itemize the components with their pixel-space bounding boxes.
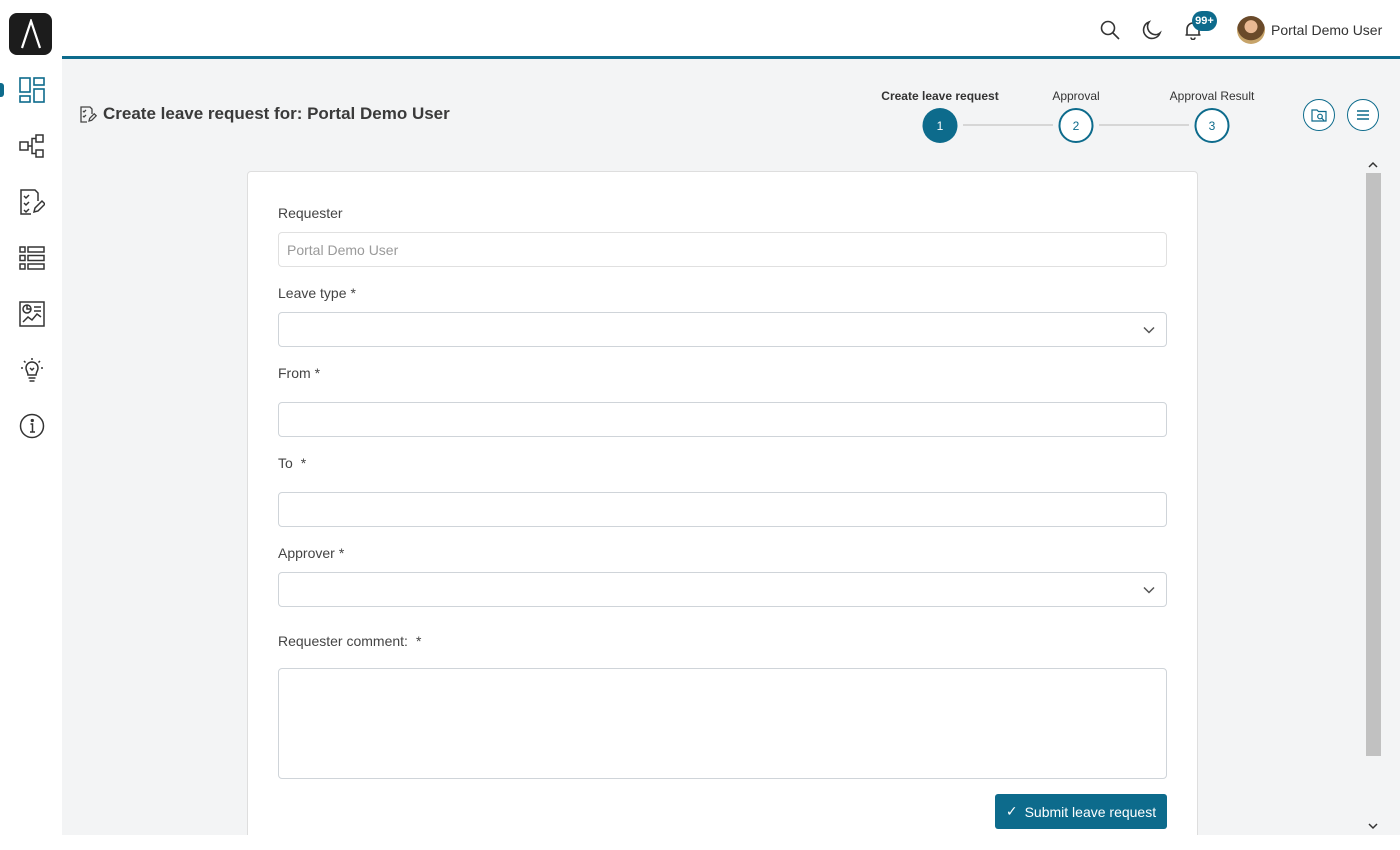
approver-label: Approver * — [278, 545, 345, 561]
logo-icon — [20, 19, 41, 49]
top-header: 99+ Portal Demo User — [62, 0, 1400, 59]
stepper-line — [963, 124, 1053, 126]
approver-select[interactable] — [278, 572, 1167, 607]
leave-type-label: Leave type * — [278, 285, 356, 301]
sidebar-item-dashboard[interactable] — [12, 70, 52, 110]
search-icon — [1100, 20, 1120, 40]
leave-request-form: Requester Portal Demo User Leave type * F… — [247, 171, 1198, 850]
step-label-create: Create leave request — [881, 89, 999, 103]
page-title: Create leave request for: Portal Demo Us… — [80, 104, 450, 124]
case-details-icon — [1311, 109, 1327, 122]
statistics-icon — [19, 301, 45, 327]
sidebar-item-info[interactable] — [12, 406, 52, 446]
to-date-input[interactable] — [278, 492, 1167, 527]
step-circle-2: 2 — [1058, 108, 1094, 143]
avatar — [1237, 16, 1265, 44]
user-name: Portal Demo User — [1271, 22, 1383, 38]
comment-label: Requester comment: * — [278, 633, 422, 649]
sidebar — [0, 0, 62, 850]
step-label-approval: Approval — [1052, 89, 1100, 103]
step-circle-3: 3 — [1194, 108, 1230, 143]
user-menu[interactable]: Portal Demo User — [1237, 15, 1382, 45]
step-label-approval-result: Approval Result — [1169, 89, 1255, 103]
check-icon: ✓ — [1005, 803, 1018, 819]
chevron-down-icon — [1368, 823, 1378, 830]
chevron-down-icon — [1142, 323, 1156, 337]
page-title-text: Create leave request for: Portal Demo Us… — [103, 104, 450, 123]
to-label: To * — [278, 455, 307, 471]
search-button[interactable] — [1097, 17, 1123, 43]
logo[interactable] — [9, 13, 52, 55]
bottom-strip — [62, 835, 1400, 850]
sidebar-item-tasks[interactable] — [12, 182, 52, 222]
sidebar-item-processes[interactable] — [12, 126, 52, 166]
menu-button[interactable] — [1347, 99, 1379, 131]
sidebar-item-demo[interactable] — [12, 350, 52, 390]
dashboard-icon — [19, 77, 45, 103]
chevron-up-icon — [1368, 161, 1378, 168]
scrollbar-thumb[interactable] — [1366, 173, 1381, 756]
submit-leave-request-button[interactable]: ✓ Submit leave request — [995, 794, 1167, 829]
menu-icon — [1357, 110, 1369, 120]
lightbulb-icon — [21, 358, 43, 382]
stepper-line — [1099, 124, 1189, 126]
case-details-button[interactable] — [1303, 99, 1335, 131]
requester-label: Requester — [278, 205, 343, 221]
requester-field: Portal Demo User — [278, 232, 1167, 267]
info-icon — [19, 413, 45, 439]
notification-badge: 99+ — [1192, 11, 1217, 31]
sidebar-item-statistics[interactable] — [12, 294, 52, 334]
theme-toggle-button[interactable] — [1139, 17, 1165, 43]
step-circle-1: 1 — [922, 108, 958, 143]
process-flow-icon — [19, 134, 44, 158]
scroll-up-button[interactable] — [1367, 159, 1379, 171]
from-date-input[interactable] — [278, 402, 1167, 437]
list-icon — [19, 246, 45, 270]
sidebar-active-marker — [0, 83, 4, 97]
chevron-down-icon — [1142, 583, 1156, 597]
requester-comment-textarea[interactable] — [278, 668, 1167, 779]
from-label: From * — [278, 365, 321, 381]
moon-icon — [1142, 20, 1162, 40]
task-checklist-icon — [20, 189, 45, 215]
sidebar-item-cases[interactable] — [12, 238, 52, 278]
scroll-down-button[interactable] — [1367, 820, 1379, 832]
leave-type-select[interactable] — [278, 312, 1167, 347]
edit-task-icon — [80, 105, 97, 123]
